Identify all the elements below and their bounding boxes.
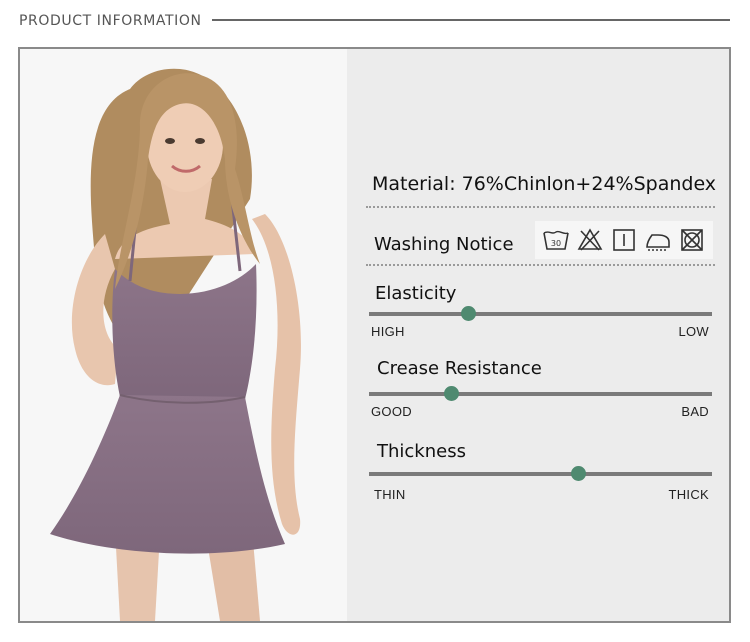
- product-details: Material: 76%Chinlon+24%Spandex Washing …: [347, 49, 729, 621]
- washing-notice-label: Washing Notice: [374, 234, 514, 255]
- iron-low-icon: [646, 234, 670, 251]
- thickness-scale: [369, 466, 712, 481]
- crease-resistance-good-label: GOOD: [371, 404, 412, 419]
- material-text: Material: 76%Chinlon+24%Spandex: [372, 173, 717, 195]
- section-header: PRODUCT INFORMATION: [0, 0, 750, 44]
- thickness-thick-label: THICK: [668, 487, 709, 502]
- dotted-divider: [366, 264, 715, 266]
- care-icons: 30: [535, 221, 713, 259]
- elasticity-scale: [369, 306, 712, 321]
- wash-30-icon: 30: [543, 230, 569, 250]
- header-divider: [212, 19, 730, 21]
- elasticity-low-label: LOW: [678, 324, 709, 339]
- thickness-marker: [571, 466, 587, 481]
- thickness-thin-label: THIN: [374, 487, 406, 502]
- model-photo: [20, 49, 347, 621]
- do-not-bleach-icon: [577, 228, 603, 251]
- tumble-dry-icon: [613, 229, 635, 251]
- elasticity-marker: [461, 306, 477, 321]
- elasticity-title: Elasticity: [375, 283, 457, 304]
- crease-resistance-marker: [444, 386, 460, 401]
- do-not-tumble-dry-icon: [681, 229, 703, 251]
- elasticity-high-label: HIGH: [371, 324, 405, 339]
- wash-temperature: 30: [551, 239, 561, 248]
- section-title: PRODUCT INFORMATION: [19, 13, 202, 29]
- thickness-title: Thickness: [377, 441, 466, 462]
- product-info-panel: Material: 76%Chinlon+24%Spandex Washing …: [18, 47, 731, 623]
- crease-resistance-scale: [369, 386, 712, 401]
- crease-resistance-bad-label: BAD: [681, 404, 709, 419]
- dotted-divider: [366, 206, 715, 208]
- crease-resistance-title: Crease Resistance: [377, 358, 542, 379]
- model-illustration: [50, 68, 301, 621]
